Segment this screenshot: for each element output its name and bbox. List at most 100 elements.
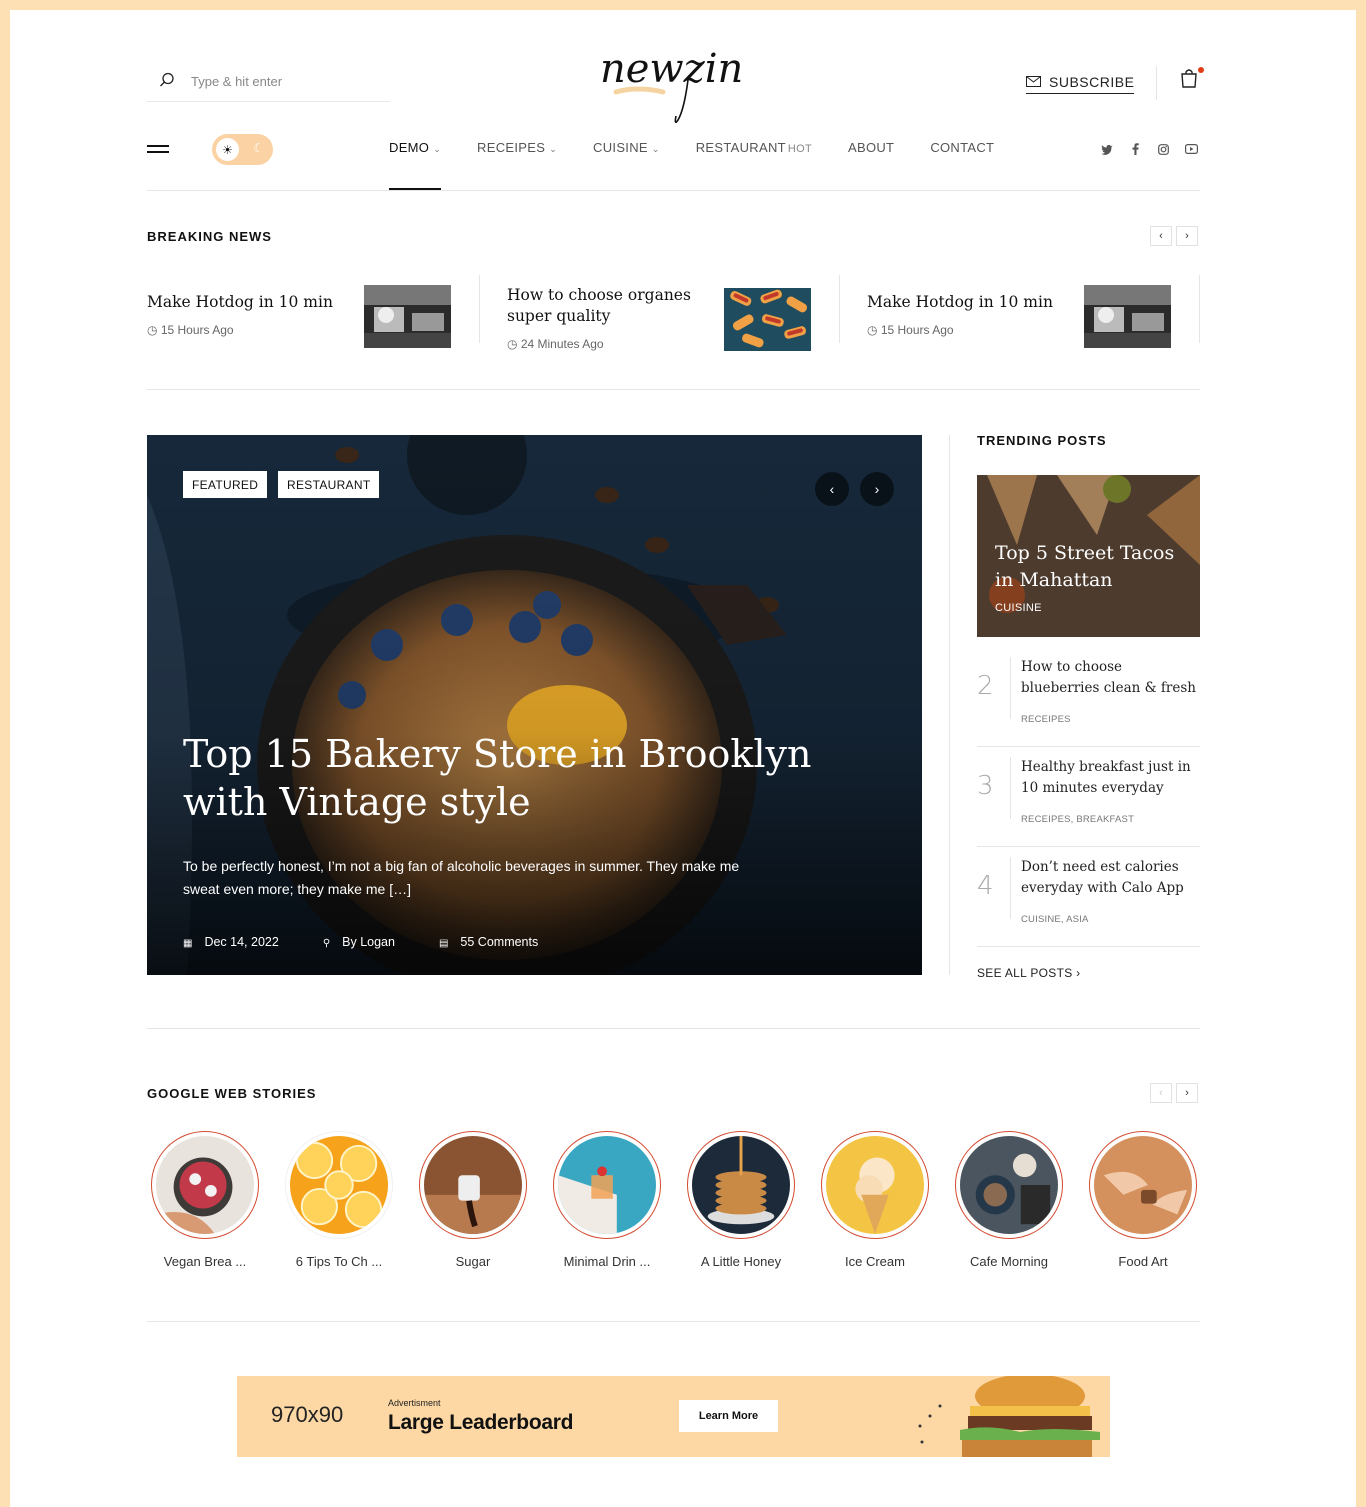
breaking-item[interactable]: Make Hotdog in 10 min ◷ 15 Hours Ago [867, 275, 1200, 348]
nav-item-contact[interactable]: CONTACT [930, 140, 994, 155]
story-image [826, 1136, 924, 1234]
hero-date: ▦ Dec 14, 2022 [183, 935, 279, 949]
trending-item[interactable]: 3 Healthy breakfast just in 10 minutes e… [977, 747, 1200, 847]
nav-divider [147, 190, 1200, 191]
story-item[interactable]: A Little Honey [686, 1131, 796, 1269]
breaking-item-time: ◷ 24 Minutes Ago [507, 337, 604, 351]
user-icon: ⚲ [322, 938, 331, 949]
hero-author[interactable]: ⚲ By Logan [323, 935, 395, 949]
breaking-item-title[interactable]: Make Hotdog in 10 min [147, 292, 347, 313]
section-divider [147, 1321, 1200, 1322]
story-label: Vegan Brea ... [163, 1254, 247, 1269]
trending-number: 2 [977, 671, 994, 701]
nav-item-about[interactable]: ABOUT [848, 140, 894, 155]
cart-button[interactable] [1180, 67, 1204, 90]
prev-arrow-icon[interactable]: ‹ [1150, 1083, 1172, 1103]
trending-item-title[interactable]: Healthy breakfast just in 10 minutes eve… [1021, 757, 1196, 798]
breaking-item[interactable]: Make Hotdog in 10 min ◷ 15 Hours Ago [147, 275, 480, 348]
youtube-icon[interactable] [1184, 142, 1198, 156]
trending-item[interactable]: 2 How to choose blueberries clean & fres… [977, 647, 1200, 747]
leaderboard-ad[interactable]: 970x90 Advertisment Large Leaderboard Le… [237, 1376, 1110, 1457]
story-item[interactable]: Ice Cream [820, 1131, 930, 1269]
calendar-icon: ▦ [183, 938, 193, 949]
breaking-divider [839, 275, 840, 343]
breaking-item-time: ◷ 15 Hours Ago [867, 323, 954, 337]
hero-prev-icon[interactable]: ‹ [815, 472, 849, 506]
story-item[interactable]: Cafe Morning [954, 1131, 1064, 1269]
next-arrow-icon[interactable]: › [1176, 226, 1198, 246]
breaking-item-time: ◷ 15 Hours Ago [147, 323, 234, 337]
nav-item-receipes[interactable]: RECEIPES ⌄ [477, 140, 557, 155]
trending-item-bar [1010, 657, 1011, 719]
story-label: Cafe Morning [969, 1254, 1049, 1269]
trending-item-category[interactable]: RECEIPES, BREAKFAST [1021, 814, 1134, 825]
clock-icon: ◷ [507, 337, 518, 351]
trending-item[interactable]: 4 Don’t need est calories everyday with … [977, 847, 1200, 947]
breaking-item-image[interactable] [724, 288, 811, 351]
story-item[interactable]: Vegan Brea ... [150, 1131, 260, 1269]
hero-meta: ▦ Dec 14, 2022 ⚲ By Logan ▤ 55 Comments [183, 935, 538, 949]
hero-next-icon[interactable]: › [860, 472, 894, 506]
comment-icon: ▤ [438, 938, 449, 949]
ad-headline: Large Leaderboard [388, 1411, 574, 1434]
stories-pager: ‹ › [1150, 1083, 1198, 1103]
dark-mode-toggle[interactable]: ☀ ☾ [212, 134, 273, 165]
story-label: A Little Honey [700, 1254, 782, 1269]
story-item[interactable]: Sugar [418, 1131, 528, 1269]
trending-item-title[interactable]: Don’t need est calories everyday with Ca… [1021, 857, 1196, 898]
site-logo[interactable]: newzin [588, 40, 758, 130]
trending-item-title[interactable]: How to choose blueberries clean & fresh [1021, 657, 1196, 698]
hero-title[interactable]: Top 15 Bakery Store in Brooklyn with Vin… [183, 730, 823, 826]
breaking-item-title[interactable]: Make Hotdog in 10 min [867, 292, 1067, 313]
trending-top-card[interactable]: Top 5 Street Tacos in Mahattan CUISINE [977, 475, 1200, 637]
badge-restaurant[interactable]: RESTAURANT [278, 471, 380, 498]
see-all-posts-link[interactable]: SEE ALL POSTS › [977, 966, 1080, 980]
story-item[interactable]: 6 Tips To Ch ... [284, 1131, 394, 1269]
story-label: Ice Cream [845, 1254, 905, 1269]
trending-item-bar [1010, 857, 1011, 919]
trending-item-category[interactable]: RECEIPES [1021, 714, 1071, 725]
search-bar[interactable] [147, 70, 390, 102]
instagram-icon[interactable] [1156, 142, 1170, 156]
chevron-down-icon: ⌄ [651, 144, 660, 154]
story-item[interactable]: Food Art [1088, 1131, 1198, 1269]
nav-item-cuisine[interactable]: CUISINE ⌄ [593, 140, 660, 155]
badge-featured[interactable]: FEATURED [183, 471, 268, 498]
story-image [960, 1136, 1058, 1234]
prev-arrow-icon[interactable]: ‹ [1150, 226, 1172, 246]
clock-icon: ◷ [867, 323, 878, 337]
breaking-item-image[interactable] [364, 285, 451, 348]
hot-badge: HOT [787, 143, 813, 155]
breaking-divider [479, 275, 480, 343]
twitter-icon[interactable] [1100, 142, 1114, 156]
search-input[interactable] [191, 70, 381, 92]
clock-icon: ◷ [147, 323, 158, 337]
story-image [290, 1136, 388, 1234]
menu-hamburger-icon[interactable] [147, 145, 169, 159]
story-label: Sugar [455, 1254, 491, 1269]
hero-excerpt: To be perfectly honest, I’m not a big fa… [183, 858, 740, 897]
trending-top-category[interactable]: CUISINE [995, 602, 1042, 614]
nav-item-restaurant[interactable]: RESTAURANT HOT [696, 140, 812, 155]
story-image [156, 1136, 254, 1234]
story-image [424, 1136, 522, 1234]
breaking-item-title[interactable]: How to choose organes super quality [507, 285, 707, 327]
nav-item-demo[interactable]: DEMO ⌄ [389, 140, 442, 190]
subscribe-button[interactable]: SUBSCRIBE [1026, 72, 1135, 94]
web-stories-title: GOOGLE WEB STORIES [147, 1086, 317, 1101]
ad-learn-more-button[interactable]: Learn More [679, 1400, 778, 1432]
featured-hero[interactable]: FEATURED RESTAURANT ‹ › Top 15 Bakery St… [147, 435, 922, 975]
hero-comments[interactable]: ▤ 55 Comments [439, 935, 538, 949]
trending-top-title[interactable]: Top 5 Street Tacos in Mahattan [995, 540, 1195, 594]
moon-icon: ☾ [253, 141, 264, 155]
breaking-item[interactable]: How to choose organes super quality ◷ 24… [507, 275, 840, 351]
next-arrow-icon[interactable]: › [1176, 1083, 1198, 1103]
breaking-item-image[interactable] [1084, 285, 1171, 348]
facebook-icon[interactable] [1128, 142, 1142, 156]
sun-icon: ☀ [216, 138, 239, 161]
section-divider [147, 1028, 1200, 1029]
trending-item-category[interactable]: CUISINE, ASIA [1021, 914, 1089, 925]
story-item[interactable]: Minimal Drin ... [552, 1131, 662, 1269]
story-label: 6 Tips To Ch ... [295, 1254, 383, 1269]
story-label: Minimal Drin ... [563, 1254, 651, 1269]
